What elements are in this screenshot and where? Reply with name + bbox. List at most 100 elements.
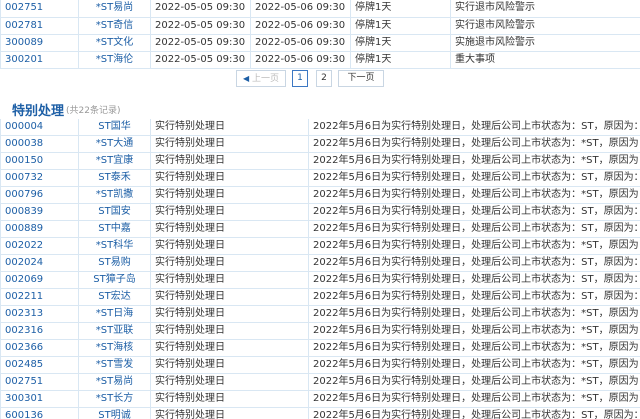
event-type: 实行特别处理日 <box>150 203 309 221</box>
event-type: 实行特别处理日 <box>150 339 309 357</box>
event-description: 2022年5月6日为实行特别处理日，处理后公司上市状态为：*ST，原因为：... <box>308 135 640 153</box>
stock-name-link[interactable]: *ST奇信 <box>96 20 133 31</box>
stock-code-link[interactable]: 000889 <box>5 223 43 234</box>
stock-name-link[interactable]: ST宏达 <box>98 291 130 302</box>
stock-name-link[interactable]: ST国安 <box>98 206 130 217</box>
event-type: 实行特别处理日 <box>150 305 309 323</box>
stock-code-link[interactable]: 300201 <box>5 54 43 65</box>
stock-name-link[interactable]: *ST凯撒 <box>96 189 133 200</box>
stock-name-link[interactable]: *ST海核 <box>96 342 133 353</box>
special-treatment-table: 000004 ST国华 实行特别处理日 2022年5月6日为实行特别处理日，处理后公司… <box>0 119 640 419</box>
suspend-start: 2022-05-05 09:30 <box>150 34 251 52</box>
table-row: 000796 *ST凯撒 实行特别处理日 2022年5月6日为实行特别处理日，处理后公… <box>0 186 640 204</box>
stock-name-link[interactable]: ST易购 <box>98 257 130 268</box>
stock-code-link[interactable]: 000004 <box>5 121 43 132</box>
stock-name-link[interactable]: *ST日海 <box>96 308 133 319</box>
stock-code-link[interactable]: 002211 <box>5 291 43 302</box>
suspend-end: 2022-05-06 09:30 <box>250 0 351 18</box>
event-description: 2022年5月6日为实行特别处理日，处理后公司上市状态为：*ST，原因为：... <box>308 305 640 323</box>
table-row: 002024 ST易购 实行特别处理日 2022年5月6日为实行特别处理日，处理后公司… <box>0 254 640 272</box>
event-type: 实行特别处理日 <box>150 186 309 204</box>
stock-name-link[interactable]: *ST文化 <box>96 37 133 48</box>
table-row: 002781 *ST奇信 2022-05-05 09:30 2022-05-06… <box>0 17 640 35</box>
stock-name-link[interactable]: ST国华 <box>98 121 130 132</box>
stock-name-link[interactable]: *ST长方 <box>96 393 133 404</box>
stock-code-link[interactable]: 002313 <box>5 308 43 319</box>
section-title: 特别处理 <box>12 104 65 119</box>
stock-code-link[interactable]: 002366 <box>5 342 43 353</box>
table-row: 300089 *ST文化 2022-05-05 09:30 2022-05-06… <box>0 34 640 52</box>
event-type: 实行特别处理日 <box>150 169 309 187</box>
event-type: 实行特别处理日 <box>150 152 309 170</box>
page-1-button[interactable]: 1 <box>292 70 308 87</box>
suspend-start: 2022-05-05 09:30 <box>150 51 251 69</box>
table-row: 300301 *ST长方 实行特别处理日 2022年5月6日为实行特别处理日，处理后公… <box>0 390 640 408</box>
prev-page-label: 上一页 <box>252 74 280 84</box>
stock-code-link[interactable]: 300301 <box>5 393 43 404</box>
stock-code-link[interactable]: 002316 <box>5 325 43 336</box>
stock-code-link[interactable]: 300089 <box>5 37 43 48</box>
event-description: 2022年5月6日为实行特别处理日，处理后公司上市状态为：*ST，原因为：... <box>308 186 640 204</box>
table-row: 300201 *ST海伦 2022-05-05 09:30 2022-05-06… <box>0 51 640 69</box>
table-row: 002366 *ST海核 实行特别处理日 2022年5月6日为实行特别处理日，处理后公… <box>0 339 640 357</box>
event-description: 2022年5月6日为实行特别处理日，处理后公司上市状态为：ST，原因为：最... <box>308 254 640 272</box>
stock-code-link[interactable]: 002069 <box>5 274 43 285</box>
stock-code-link[interactable]: 000839 <box>5 206 43 217</box>
event-description: 2022年5月6日为实行特别处理日，处理后公司上市状态为：ST，原因为：最... <box>308 220 640 238</box>
table-row: 600136 ST明诚 实行特别处理日 2022年5月6日为实行特别处理日，处理后公司… <box>0 407 640 419</box>
table-row: 002211 ST宏达 实行特别处理日 2022年5月6日为实行特别处理日，处理后公司… <box>0 288 640 306</box>
stock-code-link[interactable]: 002485 <box>5 359 43 370</box>
suspend-status: 停牌1天 <box>350 51 451 69</box>
stock-name-link[interactable]: *ST易尚 <box>96 2 133 13</box>
stock-name-link[interactable]: ST泰禾 <box>98 172 130 183</box>
stock-name-link[interactable]: *ST宜康 <box>96 155 133 166</box>
event-description: 2022年5月6日为实行特别处理日，处理后公司上市状态为：*ST，原因为：... <box>308 152 640 170</box>
table-row: 002485 *ST雪发 实行特别处理日 2022年5月6日为实行特别处理日，处理后公… <box>0 356 640 374</box>
prev-page-button[interactable]: ◀ 上一页 <box>236 70 286 87</box>
event-description: 2022年5月6日为实行特别处理日，处理后公司上市状态为：*ST，原因为：... <box>308 390 640 408</box>
stock-name-link[interactable]: *ST海伦 <box>96 54 133 65</box>
stock-code-link[interactable]: 002022 <box>5 240 43 251</box>
event-description: 2022年5月6日为实行特别处理日，处理后公司上市状态为：ST，原因为：最... <box>308 169 640 187</box>
table-row: 000150 *ST宜康 实行特别处理日 2022年5月6日为实行特别处理日，处理后公… <box>0 152 640 170</box>
table-row: 002022 *ST科华 实行特别处理日 2022年5月6日为实行特别处理日，处理后公… <box>0 237 640 255</box>
stock-name-link[interactable]: *ST易尚 <box>96 376 133 387</box>
next-page-button[interactable]: 下一页 <box>338 70 384 87</box>
stock-code-link[interactable]: 000732 <box>5 172 43 183</box>
event-description: 2022年5月6日为实行特别处理日，处理后公司上市状态为：ST，原因为：最... <box>308 288 640 306</box>
stock-code-link[interactable]: 000038 <box>5 138 43 149</box>
suspend-start: 2022-05-05 09:30 <box>150 17 251 35</box>
event-type: 实行特别处理日 <box>150 322 309 340</box>
event-description: 2022年5月6日为实行特别处理日，处理后公司上市状态为：*ST，原因为：... <box>308 322 640 340</box>
event-type: 实行特别处理日 <box>150 135 309 153</box>
stock-name-link[interactable]: *ST雪发 <box>96 359 133 370</box>
stock-name-link[interactable]: *ST大通 <box>96 138 133 149</box>
stock-code-link[interactable]: 002751 <box>5 2 43 13</box>
stock-name-link[interactable]: ST中嘉 <box>98 223 130 234</box>
stock-name-link[interactable]: ST獐子岛 <box>93 274 135 285</box>
suspend-status: 停牌1天 <box>350 17 451 35</box>
suspend-end: 2022-05-06 09:30 <box>250 51 351 69</box>
stock-code-link[interactable]: 600136 <box>5 410 43 419</box>
stock-code-link[interactable]: 002781 <box>5 20 43 31</box>
stock-name-link[interactable]: *ST科华 <box>96 240 133 251</box>
event-description: 2022年5月6日为实行特别处理日，处理后公司上市状态为：*ST，原因为：... <box>308 356 640 374</box>
table-row: 000732 ST泰禾 实行特别处理日 2022年5月6日为实行特别处理日，处理后公司… <box>0 169 640 187</box>
stock-code-link[interactable]: 000150 <box>5 155 43 166</box>
event-description: 2022年5月6日为实行特别处理日，处理后公司上市状态为：ST，原因为：最... <box>308 203 640 221</box>
event-description: 2022年5月6日为实行特别处理日，处理后公司上市状态为：*ST，原因为：... <box>308 339 640 357</box>
event-type: 实行特别处理日 <box>150 288 309 306</box>
table-row: 002069 ST獐子岛 实行特别处理日 2022年5月6日为实行特别处理日，处理后公… <box>0 271 640 289</box>
table-row: 000889 ST中嘉 实行特别处理日 2022年5月6日为实行特别处理日，处理后公司… <box>0 220 640 238</box>
stock-name-link[interactable]: *ST亚联 <box>96 325 133 336</box>
stock-name-link[interactable]: ST明诚 <box>98 410 130 419</box>
suspension-table: 002751 *ST易尚 2022-05-05 09:30 2022-05-06… <box>0 0 640 69</box>
stock-code-link[interactable]: 002024 <box>5 257 43 268</box>
event-type: 实行特别处理日 <box>150 119 309 136</box>
stock-code-link[interactable]: 000796 <box>5 189 43 200</box>
stock-code-link[interactable]: 002751 <box>5 376 43 387</box>
page-2-button[interactable]: 2 <box>316 70 332 87</box>
event-type: 实行特别处理日 <box>150 356 309 374</box>
table-row: 002751 *ST易尚 2022-05-05 09:30 2022-05-06… <box>0 0 640 18</box>
table-row: 002316 *ST亚联 实行特别处理日 2022年5月6日为实行特别处理日，处理后公… <box>0 322 640 340</box>
